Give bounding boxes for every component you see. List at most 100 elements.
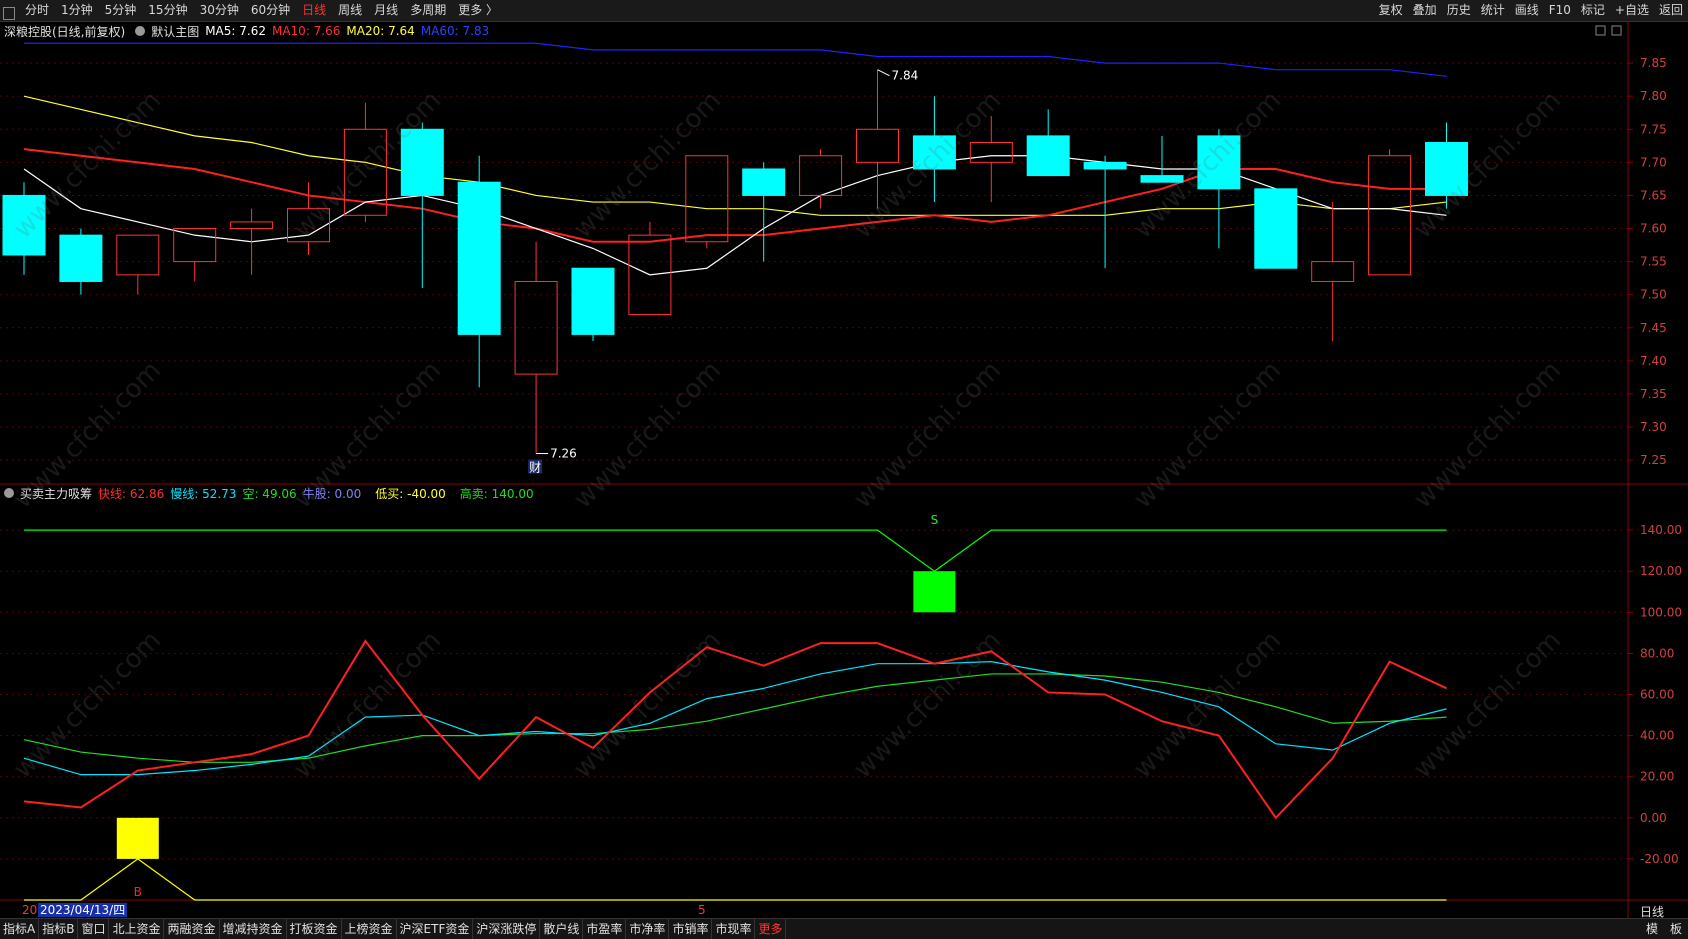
candle-body (1311, 261, 1355, 282)
low-buy-line (24, 858, 1447, 901)
fast-line (23, 639, 1447, 820)
low-price-label: 7.26 (550, 447, 577, 461)
candle-body (1254, 188, 1298, 269)
tab-bottombar.right-1[interactable]: 板 (1664, 919, 1688, 939)
main-chart-info: 深粮控股(日线,前复权) 默认主图 MA5: 7.62 MA10: 7.66 M… (0, 22, 495, 40)
tab-bottombar.tabs-9[interactable]: 沪深涨跌停 (473, 919, 541, 939)
main-y-tick-label: 7.65 (1640, 188, 1667, 202)
buy-signal-box (116, 817, 159, 859)
empty-line-value: 空: 49.06 (242, 486, 297, 501)
high-arrow (877, 69, 890, 77)
ma60-line (24, 42, 1447, 77)
indicator-info: 买卖主力吸筹 快线: 62.86 慢线: 52.73 空: 49.06 牛股: … (0, 484, 540, 502)
ind-y-tick-label: 140.00 (1640, 523, 1682, 537)
tab-bottombar.right-0[interactable]: 模 (1640, 919, 1664, 939)
ma5-value: MA5: 7.62 (205, 24, 266, 38)
ma60-value: MA60: 7.83 (420, 24, 490, 38)
tab-bottombar.tabs-15[interactable]: 更多 (755, 919, 787, 939)
candle-body (400, 128, 444, 196)
template-dropdown-icon[interactable] (135, 26, 146, 36)
candle-body (742, 168, 786, 196)
main-y-tick-label: 7.50 (1640, 288, 1667, 302)
candle-body (514, 280, 558, 375)
fast-line-value: 快线: 62.86 (98, 486, 165, 501)
ind-y-tick-label: 40.00 (1640, 729, 1674, 743)
candle-body (230, 221, 274, 230)
low-buy-value: 低买: -40.00 (375, 486, 446, 501)
candle-body (799, 155, 843, 196)
candle-body (116, 234, 160, 276)
high-price-label: 7.84 (892, 69, 919, 83)
candle-body (912, 135, 956, 170)
high-sell-value: 高卖: 140.00 (459, 486, 534, 501)
indicator-toolbar: 指标A 指标B 窗口 北上资金 两融资金 增减持资金 打板资金 上榜资金 沪深ETF资金 沪深涨跌… (0, 918, 1688, 939)
date-axis-mark: 5 (698, 903, 706, 917)
main-y-tick-label: 7.70 (1640, 155, 1667, 169)
candle-body (1368, 155, 1412, 276)
indicator-name[interactable]: 买卖主力吸筹 (20, 485, 92, 502)
panel-maximize-icon (1611, 25, 1622, 36)
tab-bottombar.tabs-14[interactable]: 市现率 (712, 919, 756, 939)
tab-bottombar.tabs-0[interactable]: 指标A (0, 919, 40, 939)
indicator-tabs: 指标A 指标B 窗口 北上资金 两融资金 增减持资金 打板资金 上榜资金 沪深ETF资金 沪深涨跌… (0, 919, 787, 939)
indicator-dropdown-icon[interactable] (4, 488, 14, 498)
stock-title[interactable]: 深粮控股(日线,前复权) (4, 23, 125, 40)
ma20-value: MA20: 7.64 (346, 24, 415, 38)
panel-restore-icon (1595, 25, 1606, 36)
candle-body (1140, 175, 1184, 183)
sell-signal-box (913, 571, 956, 613)
sell-signal-label: S (931, 513, 939, 527)
tab-bottombar.tabs-11[interactable]: 市盈率 (583, 919, 627, 939)
slow-line-value: 慢线: 52.73 (170, 486, 237, 501)
ind-y-tick-label: 100.00 (1640, 605, 1682, 619)
finance-badge-label: 财 (529, 461, 541, 475)
tab-bottombar.tabs-7[interactable]: 上榜资金 (342, 919, 397, 939)
tab-bottombar.tabs-10[interactable]: 散户线 (540, 919, 584, 939)
high-sell-line (24, 529, 1447, 572)
bull-stock-value: 牛股: 0.00 (302, 486, 362, 501)
main-y-tick-label: 7.40 (1640, 354, 1667, 368)
tab-bottombar.tabs-6[interactable]: 打板资金 (287, 919, 342, 939)
candle-body (1083, 161, 1127, 170)
stock-chart[interactable]: 7.85 7.80 7.75 7.70 7.65 7.60 7.55 7.50 7.45 7.40… (0, 0, 1688, 938)
candle-body (1197, 135, 1241, 190)
main-y-tick-label: 7.45 (1640, 321, 1667, 335)
cursor-date: 2023/04/13/四 (38, 903, 128, 917)
tab-bottombar.tabs-8[interactable]: 沪深ETF资金 (397, 919, 474, 939)
main-y-tick-label: 7.25 (1640, 453, 1667, 467)
ma10-value: MA10: 7.66 (271, 24, 341, 38)
main-y-tick-label: 7.75 (1640, 122, 1667, 136)
tab-bottombar.tabs-5[interactable]: 增减持资金 (220, 919, 287, 939)
candle-body (1425, 142, 1468, 196)
main-y-tick-label: 7.85 (1640, 56, 1667, 70)
tab-bottombar.tabs-2[interactable]: 窗口 (78, 919, 110, 939)
candle-body (173, 228, 217, 263)
candle-body (59, 234, 103, 282)
ind-y-tick-label: 60.00 (1640, 688, 1674, 702)
ind-y-tick-label: 0.00 (1640, 811, 1667, 825)
buy-signal-label: B (134, 885, 142, 899)
candle-body (571, 267, 615, 335)
ind-y-tick-label: -20.00 (1640, 852, 1679, 866)
ind-y-tick-label: 20.00 (1640, 770, 1674, 784)
tab-bottombar.tabs-3[interactable]: 北上资金 (109, 919, 165, 939)
empty-line (23, 673, 1447, 763)
candle-body (2, 194, 46, 256)
candle-body (856, 128, 899, 163)
main-y-tick-label: 7.80 (1640, 89, 1667, 103)
main-y-tick-label: 7.30 (1640, 420, 1667, 434)
ind-y-tick-label: 120.00 (1640, 564, 1682, 578)
date-axis-prefix: 20 (22, 903, 38, 917)
tab-bottombar.tabs-4[interactable]: 两融资金 (164, 919, 220, 939)
main-y-tick-label: 7.55 (1640, 255, 1667, 269)
main-y-tick-label: 7.60 (1640, 222, 1667, 236)
main-y-tick-label: 7.35 (1640, 387, 1667, 401)
template-name[interactable]: 默认主图 (151, 23, 199, 40)
ind-y-tick-label: 80.00 (1640, 646, 1674, 660)
bottom-right-tools: 模板 (1640, 919, 1688, 939)
tab-bottombar.tabs-1[interactable]: 指标B (39, 919, 79, 939)
tab-bottombar.tabs-13[interactable]: 市销率 (669, 919, 713, 939)
candle-body (1026, 135, 1070, 177)
tab-bottombar.tabs-12[interactable]: 市净率 (626, 919, 670, 939)
candle-body (457, 181, 501, 335)
